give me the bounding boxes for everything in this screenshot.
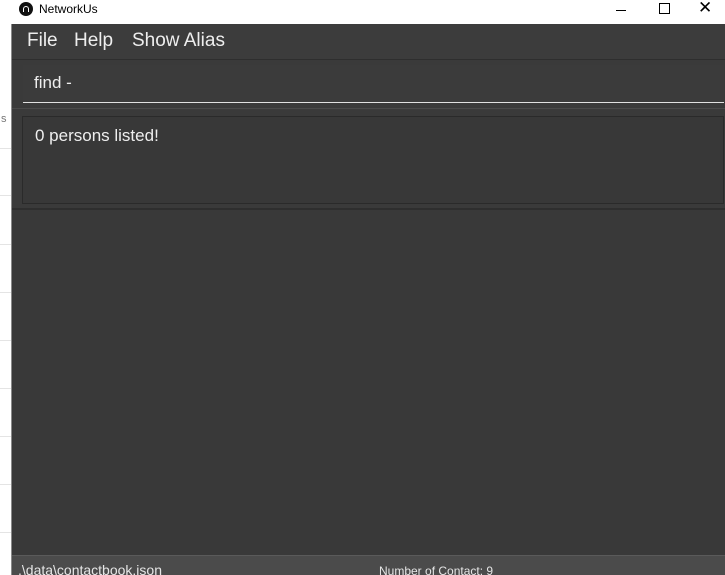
- maximize-icon: [659, 3, 670, 14]
- networkus-logo-icon: [19, 2, 33, 16]
- status-bar: .\data\contactbook.json Number of Contac…: [12, 555, 725, 575]
- close-icon: ✕: [698, 0, 713, 17]
- menu-bar: File Help Show Alias: [12, 24, 725, 60]
- divider: [12, 108, 725, 109]
- title-bar[interactable]: NetworkUs ✕: [0, 0, 725, 24]
- menu-show-alias[interactable]: Show Alias: [132, 30, 225, 52]
- menu-file[interactable]: File: [27, 30, 58, 52]
- result-message: 0 persons listed!: [35, 126, 159, 145]
- person-list-panel[interactable]: [12, 210, 725, 555]
- result-display[interactable]: 0 persons listed!: [22, 116, 724, 204]
- command-input-value: find -: [34, 73, 72, 92]
- background-window: s: [0, 0, 11, 575]
- app-window: NetworkUs ✕ File Help Show Alias find - …: [0, 0, 725, 575]
- save-location: .\data\contactbook.json: [18, 562, 162, 575]
- window-title: NetworkUs: [39, 2, 98, 16]
- maximize-button[interactable]: [645, 0, 685, 24]
- minimize-button[interactable]: [600, 0, 640, 24]
- close-button[interactable]: ✕: [690, 0, 725, 24]
- desktop: s NetworkUs ✕ File Help Show Alias find …: [0, 0, 725, 575]
- menu-help[interactable]: Help: [74, 30, 113, 52]
- minimize-icon: [616, 10, 626, 11]
- command-input[interactable]: find -: [23, 65, 724, 103]
- contact-count: Number of Contact: 9: [379, 564, 494, 575]
- background-window-text: s: [1, 113, 7, 125]
